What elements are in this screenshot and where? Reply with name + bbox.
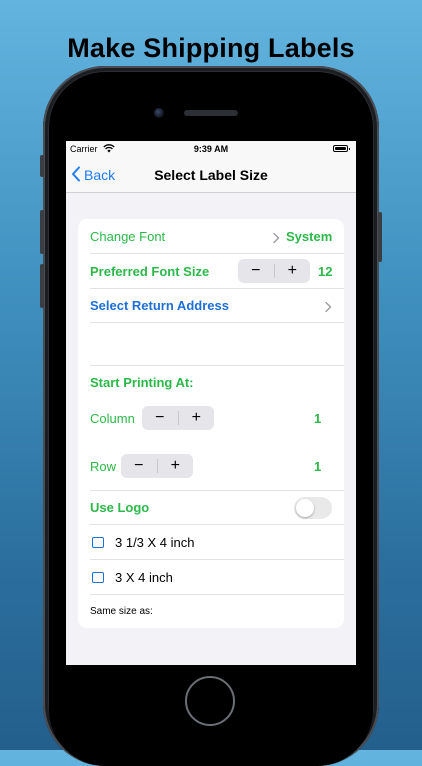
status-time: 9:39 AM [193,144,229,154]
silent-switch [40,155,44,177]
font-size-value: 12 [318,264,333,279]
row-row: Row − + 1 [90,444,344,491]
checkbox-icon[interactable] [92,572,104,583]
row-value: 1 [314,459,322,474]
change-font-label: Change Font [90,229,166,244]
font-size-increment-button[interactable]: + [275,259,311,283]
column-label: Column [90,411,135,426]
power-button [378,212,382,262]
use-logo-label: Use Logo [90,500,150,515]
toggle-knob [296,499,314,517]
column-row: Column − + 1 [90,399,344,437]
status-bar: Carrier 9:39 AM [66,141,356,158]
chevron-right-icon [270,231,282,244]
preferred-font-size-label: Preferred Font Size [90,264,210,279]
start-printing-at-row: Start Printing At: [90,366,344,396]
volume-up-button [40,210,44,254]
column-value: 1 [314,411,322,426]
change-font-value: System [286,229,333,244]
label-size-option-row[interactable]: 3 X 4 inch [90,560,344,595]
row-label: Row [90,459,117,474]
row-increment-button[interactable]: + [158,454,194,478]
app-screen: Carrier 9:39 AM Back Select Label Size C… [66,141,356,665]
start-printing-at-label: Start Printing At: [90,375,194,390]
home-button[interactable] [185,676,235,726]
battery-icon [333,145,350,152]
headline: Make Shipping Labels [67,33,355,63]
use-logo-toggle[interactable] [294,497,332,519]
column-stepper: − + [142,406,214,430]
use-logo-row: Use Logo [90,491,344,525]
change-font-row[interactable]: Change Font System [90,219,344,254]
navigation-bar: Back Select Label Size [66,158,356,193]
preferred-font-size-row: Preferred Font Size − + 12 [90,254,344,289]
same-size-as-row: Same size as: [90,595,344,628]
page-title: Select Label Size [154,167,268,183]
row-decrement-button[interactable]: − [121,454,157,478]
label-size-option-text: 3 1/3 X 4 inch [115,535,195,550]
spacer-row [90,323,344,366]
column-decrement-button[interactable]: − [142,406,178,430]
checkbox-icon[interactable] [92,537,104,548]
volume-down-button [40,264,44,308]
font-size-stepper: − + [238,259,310,283]
select-return-address-row[interactable]: Select Return Address [90,289,344,323]
row-stepper: − + [121,454,193,478]
label-size-option-row[interactable]: 3 1/3 X 4 inch [90,525,344,560]
settings-card: Change Font System Preferred Font Size −… [78,219,344,628]
earpiece-speaker [184,110,238,116]
chevron-right-icon [322,300,334,313]
font-size-decrement-button[interactable]: − [238,259,274,283]
front-camera [154,108,164,118]
select-return-address-label: Select Return Address [90,298,229,313]
column-increment-button[interactable]: + [179,406,215,430]
same-size-as-label: Same size as: [90,606,153,617]
label-size-option-text: 3 X 4 inch [115,570,173,585]
